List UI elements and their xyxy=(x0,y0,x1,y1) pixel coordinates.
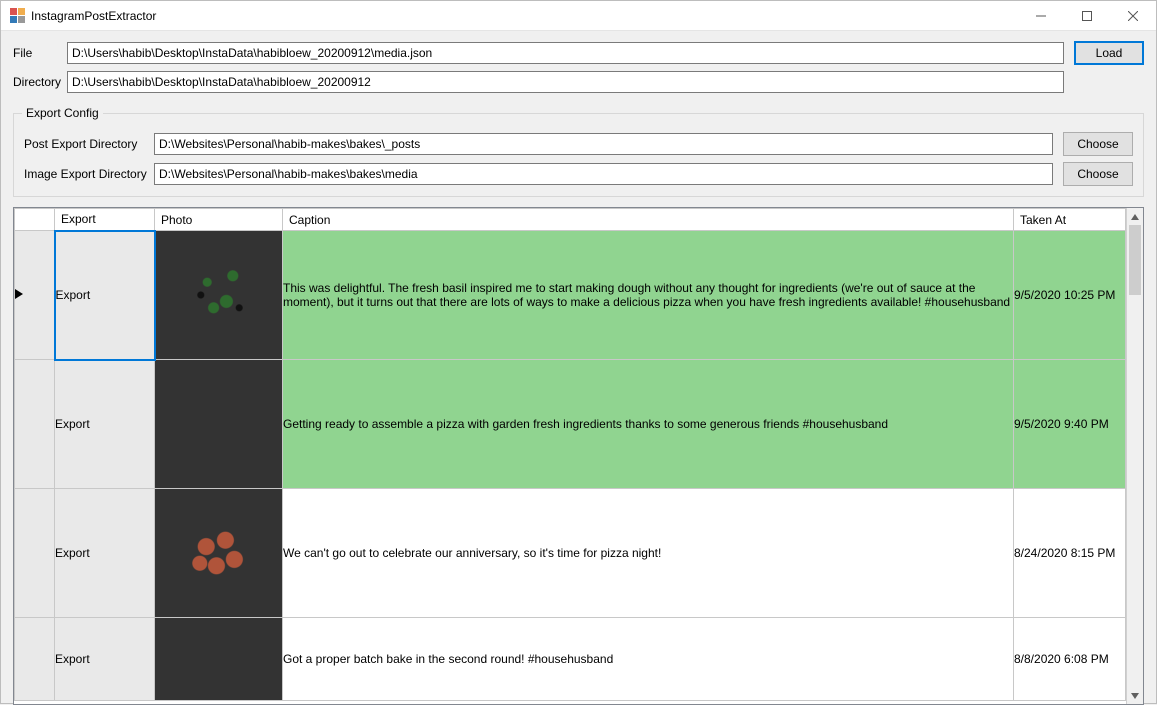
table-row[interactable]: Export Got a proper batch bake in the se… xyxy=(15,618,1126,701)
image-export-dir-label: Image Export Directory xyxy=(24,167,154,181)
photo-cell xyxy=(155,360,283,489)
table-row[interactable]: Export We can't go out to celebrate our … xyxy=(15,489,1126,618)
takenat-cell: 8/24/2020 8:15 PM xyxy=(1014,489,1126,618)
post-photo xyxy=(156,231,284,359)
maximize-button[interactable] xyxy=(1064,1,1110,31)
minimize-button[interactable] xyxy=(1018,1,1064,31)
row-selector[interactable] xyxy=(15,618,55,701)
grid-header-selector[interactable] xyxy=(15,209,55,231)
grid-header-takenat[interactable]: Taken At xyxy=(1014,209,1126,231)
export-button[interactable]: Export xyxy=(55,231,155,360)
post-photo xyxy=(155,618,283,700)
close-button[interactable] xyxy=(1110,1,1156,31)
caption-cell[interactable]: Getting ready to assemble a pizza with g… xyxy=(283,360,1014,489)
table-row[interactable]: Export Getting ready to assemble a pizza… xyxy=(15,360,1126,489)
scroll-down-button[interactable] xyxy=(1127,687,1143,704)
export-button[interactable]: Export xyxy=(55,360,155,489)
row-selector[interactable] xyxy=(15,489,55,618)
post-photo xyxy=(155,489,283,617)
scroll-thumb[interactable] xyxy=(1129,225,1141,295)
export-button[interactable]: Export xyxy=(55,489,155,618)
grid-header-export[interactable]: Export xyxy=(55,209,155,231)
export-config-legend: Export Config xyxy=(22,106,103,120)
load-button[interactable]: Load xyxy=(1074,41,1144,65)
posts-grid: Export Photo Caption Taken At Export Thi… xyxy=(13,207,1144,705)
caption-cell[interactable]: We can't go out to celebrate our anniver… xyxy=(283,489,1014,618)
photo-cell xyxy=(155,489,283,618)
directory-input[interactable] xyxy=(67,71,1064,93)
takenat-cell: 9/5/2020 9:40 PM xyxy=(1014,360,1126,489)
caption-cell[interactable]: This was delightful. The fresh basil ins… xyxy=(283,231,1014,360)
image-export-dir-input[interactable] xyxy=(154,163,1053,185)
export-button[interactable]: Export xyxy=(55,618,155,701)
post-export-dir-input[interactable] xyxy=(154,133,1053,155)
table-row[interactable]: Export This was delightful. The fresh ba… xyxy=(15,231,1126,360)
directory-label: Directory xyxy=(13,75,67,89)
post-export-choose-button[interactable]: Choose xyxy=(1063,132,1133,156)
post-export-dir-label: Post Export Directory xyxy=(24,137,154,151)
photo-cell xyxy=(155,618,283,701)
grid-header-caption[interactable]: Caption xyxy=(283,209,1014,231)
file-input[interactable] xyxy=(67,42,1064,64)
file-label: File xyxy=(13,46,67,60)
image-export-choose-button[interactable]: Choose xyxy=(1063,162,1133,186)
grid-header-row: Export Photo Caption Taken At xyxy=(15,209,1126,231)
title-bar: InstagramPostExtractor xyxy=(1,1,1156,31)
app-icon xyxy=(9,8,25,24)
vertical-scrollbar[interactable] xyxy=(1126,208,1143,704)
current-row-icon xyxy=(15,289,23,299)
file-form: File Load Directory xyxy=(1,31,1156,105)
row-selector[interactable] xyxy=(15,360,55,489)
takenat-cell: 9/5/2020 10:25 PM xyxy=(1014,231,1126,360)
photo-cell xyxy=(155,231,283,360)
grid-header-photo[interactable]: Photo xyxy=(155,209,283,231)
takenat-cell: 8/8/2020 6:08 PM xyxy=(1014,618,1126,701)
export-config-group: Export Config Post Export Directory Choo… xyxy=(13,113,1144,197)
scroll-up-button[interactable] xyxy=(1127,208,1143,225)
post-photo xyxy=(155,360,283,488)
caption-cell[interactable]: Got a proper batch bake in the second ro… xyxy=(283,618,1014,701)
scroll-track[interactable] xyxy=(1127,225,1143,687)
row-selector[interactable] xyxy=(15,231,55,360)
window-title: InstagramPostExtractor xyxy=(31,9,156,23)
